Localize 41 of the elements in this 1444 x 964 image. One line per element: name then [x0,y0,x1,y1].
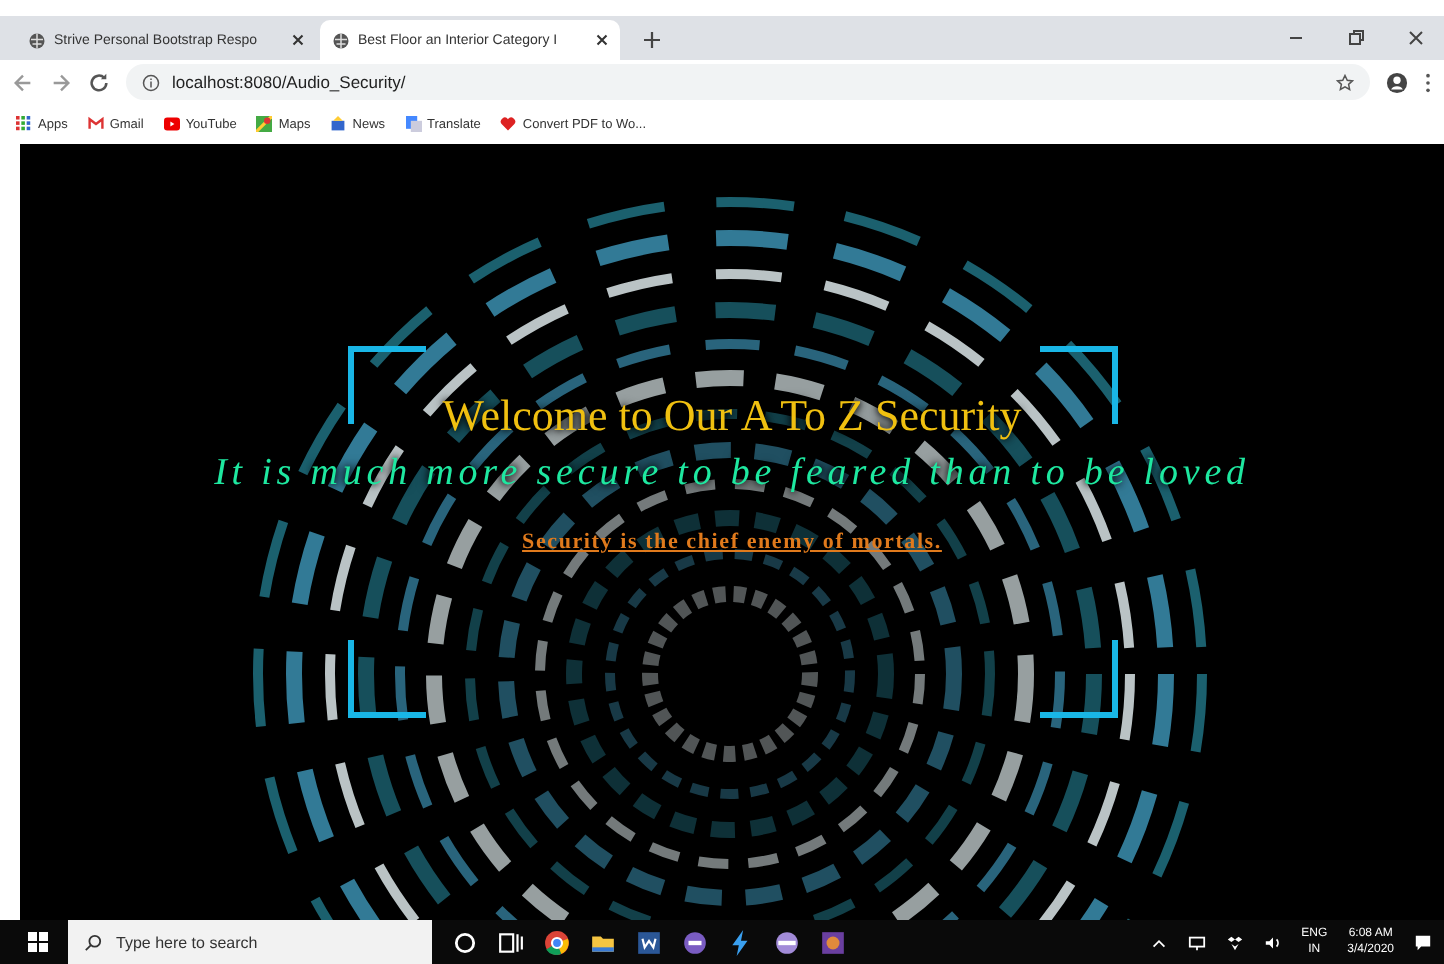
mail-icon [87,116,104,132]
close-icon[interactable] [596,34,608,46]
close-icon[interactable] [1406,28,1426,48]
corner-bracket [1039,640,1117,718]
new-tab-icon[interactable] [644,32,660,48]
search-icon [84,933,102,951]
app-icon[interactable] [774,929,800,955]
grid-icon [16,116,32,132]
notification-icon[interactable] [1414,933,1432,951]
menu-icon[interactable] [1424,71,1432,93]
close-icon[interactable] [292,34,304,46]
play-icon [163,116,180,132]
speaker-icon[interactable] [1263,933,1282,951]
windows-start-icon[interactable] [28,932,48,952]
forward-icon[interactable] [50,71,72,93]
heart-icon [500,116,517,132]
task-view-icon[interactable] [498,929,524,955]
corner-bracket [1039,346,1117,424]
dropbox-icon[interactable] [1225,933,1244,951]
circle-icon[interactable] [452,929,478,955]
back-icon[interactable] [12,71,34,93]
word-icon[interactable] [636,929,662,955]
reload-icon[interactable] [88,71,110,93]
globe-icon [28,31,46,49]
corner-bracket [347,640,425,718]
chrome-icon[interactable] [544,929,570,955]
corner-bracket [347,346,425,424]
taskbar-search-field[interactable]: Type here to search [68,920,432,964]
app-icon[interactable] [682,929,708,955]
globe-icon [332,31,350,49]
info-icon [142,73,160,91]
restore-icon[interactable] [1346,28,1366,48]
profile-icon[interactable] [1386,71,1408,93]
translate-icon [405,116,422,132]
address-bar[interactable]: localhost:8080/Audio_Security/ [126,64,1370,100]
network-icon[interactable] [1187,933,1206,951]
map-icon [256,116,273,132]
app-icon[interactable] [820,929,846,955]
hero-link[interactable]: Security is the chief enemy of mortals. [522,530,942,554]
bookmark-star-icon[interactable] [1336,73,1354,91]
newspaper-icon [330,116,347,132]
